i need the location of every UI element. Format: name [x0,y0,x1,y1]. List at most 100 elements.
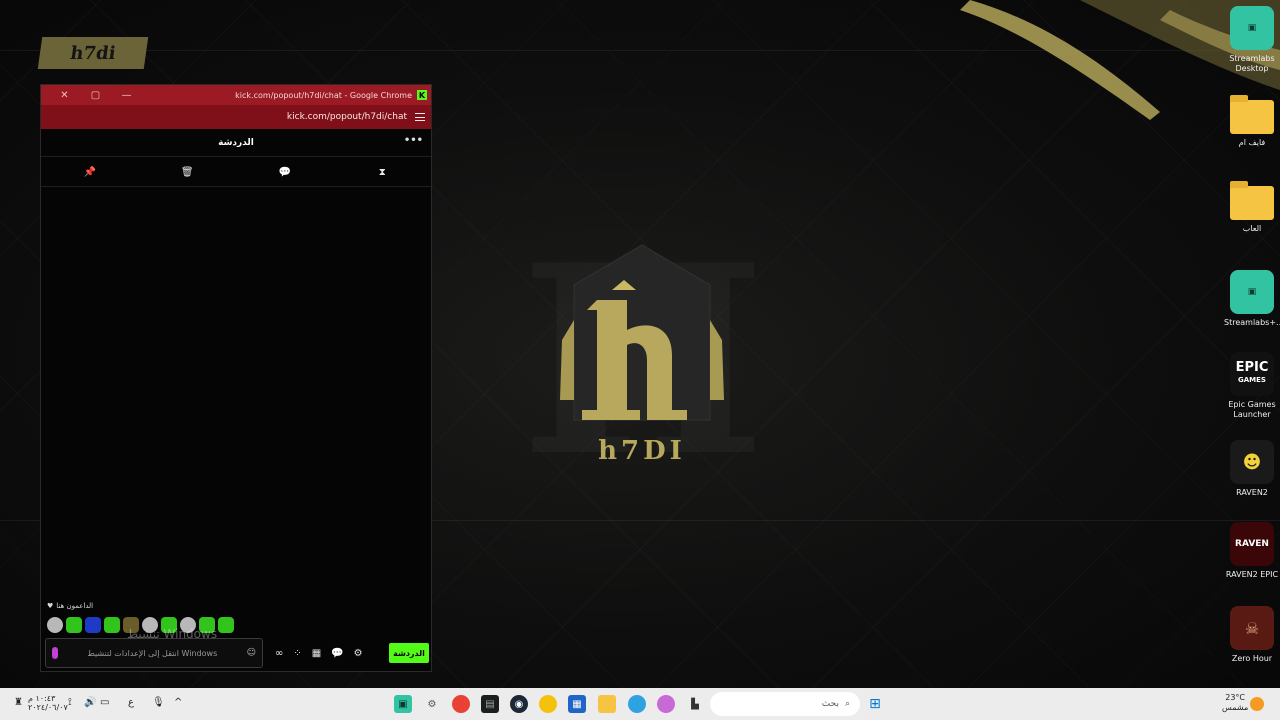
window-controls: ✕ ▢ — [49,85,142,105]
emote-icon[interactable] [47,617,63,633]
microphone-icon[interactable]: 🎙 [152,697,165,708]
share-icon[interactable]: ⁘ [293,648,301,659]
pin-icon[interactable]: 📌 [80,163,100,183]
gear-icon[interactable]: ⚙ [354,648,363,659]
chat-tools-row: 📌 🗑 💬 ⧗ [41,159,431,187]
window-title-bar[interactable]: ✕ ▢ — kick.com/popout/h7di/chat - Google… [41,85,431,105]
taskbar: ♜ ١٠:٤٣ م ٢٠٢٤/٠٦/٠٧ ⟟ 🔊 ▭ ع 🎙 ^ ▣ ⚙ ▤ ◉… [0,688,1280,720]
folder-icon [1230,95,1274,134]
folder-icon [1230,181,1274,220]
network-icon[interactable]: ⟟ [68,697,72,708]
copilot-taskbar-icon[interactable] [657,695,675,713]
chrome-active-taskbar-icon[interactable] [452,695,470,713]
chat-input-tools: ∞ ⁘ ▦ 💬 ⚙ [275,648,363,659]
desktop-icon-fivem-folder[interactable]: فايف ام [1224,95,1280,148]
desktop-icon-label: فايف ام [1238,138,1266,147]
streamlabs-icon: ▣ [1230,6,1274,50]
send-chat-button[interactable]: الدردشة [389,643,429,663]
chrome-taskbar-icon[interactable] [539,695,557,713]
clock-date: ٢٠٢٤/٠٦/٠٧ [28,703,68,712]
settings-taskbar-icon[interactable]: ⚙ [423,695,441,713]
supporters-row: ♥ الداعمون هنا [47,602,93,610]
edge-taskbar-icon[interactable] [628,695,646,713]
emote-icon[interactable] [104,617,120,633]
volume-icon[interactable]: 🔊 [84,697,96,708]
desktop-icon-zero-hour[interactable]: ☠ Zero Hour [1224,606,1280,664]
maximize-icon[interactable]: ▢ [80,85,111,105]
window-title-text: kick.com/popout/h7di/chat - Google Chrom… [235,90,412,100]
taskbar-search[interactable]: بحث ⌕ [710,692,860,716]
start-icon[interactable]: ⊞ [866,695,884,713]
address-bar[interactable]: kick.com/popout/h7di/chat [41,105,431,129]
desktop-icon-label: العاب [1242,224,1262,233]
store-icon[interactable]: ▦ [312,648,321,659]
language-indicator[interactable]: ع [128,697,134,708]
desktop-icon-raven2[interactable]: ☻ RAVEN2 [1224,440,1280,498]
heart-icon: ♥ [47,602,54,610]
file-explorer-taskbar-icon[interactable] [598,695,616,713]
search-placeholder: بحث [821,699,839,709]
chrome-popup-window: ✕ ▢ — kick.com/popout/h7di/chat - Google… [40,84,432,672]
desktop-icon-epic-games[interactable]: EPIC GAMES Epic Games Launcher [1224,352,1280,420]
weather-widget[interactable]: 23°C مشمس [1222,693,1248,713]
activation-hint-text: انتقل إلى الإعدادات لتنشيط Windows [87,648,218,658]
hourglass-icon[interactable]: ⧗ [372,163,392,183]
more-options-icon[interactable]: ••• [404,135,423,146]
desktop-icon-streamlabs-plus[interactable]: ▣ Streamlabs+... [1224,270,1280,328]
search-icon: ⌕ [844,699,850,709]
desktop-icon-label: Epic Games Launcher [1228,400,1276,419]
weather-temp: 23°C [1225,693,1245,702]
emote-icon[interactable] [85,617,101,633]
app-taskbar-icon[interactable]: ▙ [686,695,704,713]
emoji-icon[interactable]: ☺ [247,648,256,658]
desktop-icon-label: RAVEN2 EPIC [1225,570,1279,579]
window-title: kick.com/popout/h7di/chat - Google Chrom… [235,90,427,100]
raven2-epic-icon: RAVEN [1230,522,1274,566]
chat-input-row: انتقل إلى الإعدادات لتنشيط Windows ☺ ∞ ⁘… [45,637,429,669]
chat-bubble-icon[interactable]: 💬 [275,163,295,183]
desktop-icon-games-folder[interactable]: العاب [1224,181,1280,234]
trash-icon[interactable]: 🗑 [177,163,197,183]
display-icon[interactable]: ▭ [100,697,109,708]
emote-icon[interactable] [66,617,82,633]
supporters-label: الداعمون هنا [56,602,94,610]
infinity-icon[interactable]: ∞ [275,648,283,659]
steam-taskbar-icon[interactable]: ◉ [510,695,528,713]
clock[interactable]: ١٠:٤٣ م ٢٠٢٤/٠٦/٠٧ [28,694,68,712]
url-text: kick.com/popout/h7di/chat [286,112,407,122]
epic-games-icon: EPIC GAMES [1230,352,1274,396]
desktop-icon-raven2-epic[interactable]: RAVEN RAVEN2 EPIC [1224,522,1280,580]
desktop-icon-label: Streamlabs Desktop [1229,54,1275,73]
chat-messages-area[interactable] [41,189,431,599]
raven2-icon: ☻ [1230,440,1274,484]
emote-icon[interactable] [218,617,234,633]
clock-time: ١٠:٤٣ م [28,694,56,703]
streamlabs-icon: ▣ [1230,270,1274,314]
brand-tag: h7di [37,37,149,69]
raven-logo-text: RAVEN [1235,539,1269,549]
epic-logo-subtext: GAMES [1238,376,1266,384]
minimize-icon[interactable]: — [111,85,142,105]
logo-caption: h7DI [598,436,686,466]
desktop-icon-label: RAVEN2 [1236,488,1268,497]
terminal-taskbar-icon[interactable]: ▤ [481,695,499,713]
sun-icon [1250,697,1264,711]
figure-icon[interactable]: ♜ [14,697,23,708]
brand-tag-text: h7di [68,42,117,64]
desktop-icon-streamlabs[interactable]: ▣ Streamlabs Desktop [1224,6,1280,74]
chat-message-input[interactable]: انتقل إلى الإعدادات لتنشيط Windows ☺ [45,638,263,668]
store-taskbar-icon[interactable]: ▦ [568,695,586,713]
kick-logo-icon: K [417,90,427,100]
desktop-icon-label: Zero Hour [1231,654,1273,663]
mic-icon [52,647,58,659]
site-settings-icon[interactable] [415,113,425,121]
close-icon[interactable]: ✕ [49,85,80,105]
desktop-icon-label: Streamlabs+... [1224,318,1280,327]
chevron-up-icon[interactable]: ^ [174,697,182,708]
chat-title: الدردشة [218,137,254,148]
chat-header: الدردشة ••• [41,129,431,157]
chat-bubble-icon[interactable]: 💬 [331,648,343,659]
epic-logo-text: EPIC [1235,360,1269,375]
zero-hour-icon: ☠ [1230,606,1274,650]
streamlabs-taskbar-icon[interactable]: ▣ [394,695,412,713]
